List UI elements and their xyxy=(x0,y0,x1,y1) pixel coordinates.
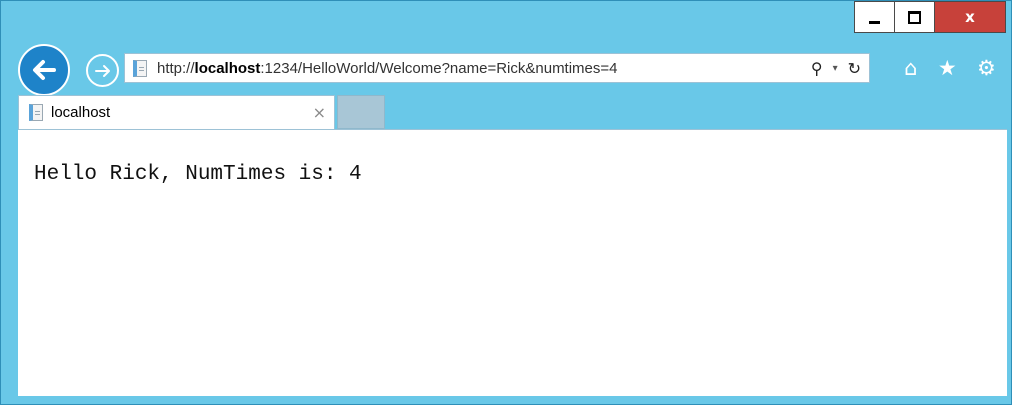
favorites-star-icon[interactable]: ★ xyxy=(938,56,957,80)
url-host: localhost xyxy=(194,59,261,77)
new-tab-button[interactable] xyxy=(337,95,385,129)
back-arrow-icon xyxy=(33,60,56,80)
minimize-icon xyxy=(869,20,880,24)
close-button[interactable]: x xyxy=(934,1,1006,33)
greeting-text: Hello Rick, NumTimes is: 4 xyxy=(34,163,362,186)
tab-title: localhost xyxy=(51,104,111,121)
home-icon[interactable]: ⌂ xyxy=(904,56,917,80)
close-icon: x xyxy=(965,8,975,26)
search-icon[interactable]: ⚲ xyxy=(811,59,823,78)
address-tools: ⚲ ▾ ↻ xyxy=(811,54,861,82)
url-prefix: http:// xyxy=(157,59,195,77)
maximize-button[interactable] xyxy=(894,1,934,33)
tab-localhost[interactable]: localhost × xyxy=(18,95,335,129)
forward-arrow-icon xyxy=(94,64,110,77)
toolbar-icons: ⌂ ★ ⚙ xyxy=(894,51,1006,85)
minimize-button[interactable] xyxy=(854,1,894,33)
forward-button[interactable] xyxy=(86,54,119,87)
url-path: :1234/HelloWorld/Welcome?name=Rick&numti… xyxy=(260,59,618,77)
tab-close-icon[interactable]: × xyxy=(313,103,326,122)
maximize-icon xyxy=(908,10,921,24)
address-bar[interactable]: http://localhost:1234/HelloWorld/Welcome… xyxy=(124,53,870,83)
back-button[interactable] xyxy=(18,44,70,96)
page-icon xyxy=(133,59,147,77)
refresh-icon[interactable]: ↻ xyxy=(848,59,861,78)
browser-window: x http://localhost:1234/HelloWorld/Welco… xyxy=(0,0,1012,405)
address-url[interactable]: http://localhost:1234/HelloWorld/Welcome… xyxy=(157,60,618,77)
tab-page-icon xyxy=(29,104,43,121)
page-content: Hello Rick, NumTimes is: 4 xyxy=(18,129,1007,396)
settings-gear-icon[interactable]: ⚙ xyxy=(977,56,996,80)
dropdown-icon[interactable]: ▾ xyxy=(833,63,838,74)
